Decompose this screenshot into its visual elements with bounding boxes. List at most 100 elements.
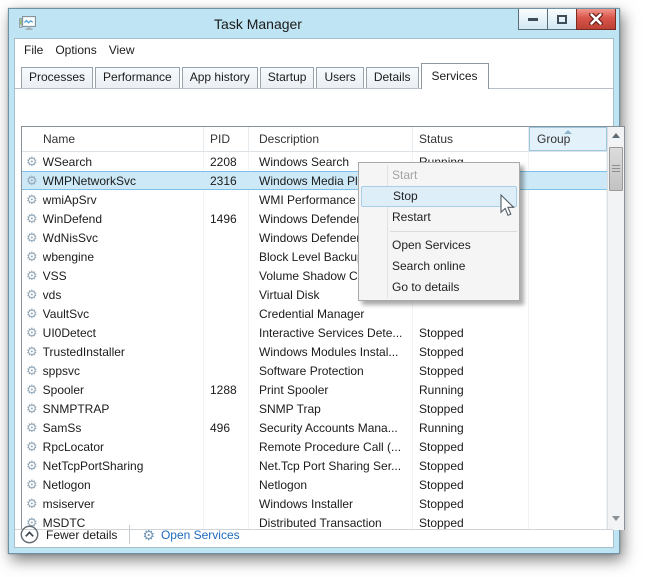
table-row[interactable]: ⚙ SamSs 496 Security Accounts Mana... Runnin…: [22, 418, 607, 437]
table-row[interactable]: ⚙ Netlogon Netlogon Stopped: [22, 475, 607, 494]
name-cell: ⚙ VaultSvc: [22, 304, 204, 323]
tab-performance[interactable]: Performance: [95, 67, 180, 88]
name-cell: ⚙ SNMPTRAP: [22, 399, 204, 418]
column-header-name[interactable]: Name: [22, 127, 204, 151]
pid-cell: 2208: [204, 152, 249, 171]
description-cell: Security Accounts Mana...: [249, 418, 413, 437]
context-menu-item-go-to-details[interactable]: Go to details: [359, 277, 519, 298]
tab-details[interactable]: Details: [365, 67, 419, 88]
table-row[interactable]: ⚙ VaultSvc Credential Manager: [22, 304, 607, 323]
tab-services[interactable]: Services: [420, 63, 489, 89]
service-gear-icon: ⚙: [26, 268, 38, 283]
context-menu-item-stop[interactable]: Stop: [361, 186, 517, 207]
service-gear-icon: ⚙: [26, 192, 38, 207]
tab-processes[interactable]: Processes: [21, 67, 94, 88]
name-cell: ⚙ wbengine: [22, 247, 204, 266]
table-row[interactable]: ⚙ SNMPTRAP SNMP Trap Stopped: [22, 399, 607, 418]
description-cell: Windows Modules Instal...: [249, 342, 413, 361]
service-name: WSearch: [42, 154, 93, 169]
column-header-status[interactable]: Status: [413, 127, 529, 151]
pid-cell: [204, 323, 249, 342]
table-row[interactable]: ⚙ msiserver Windows Installer Stopped: [22, 494, 607, 513]
menu-separator: [390, 231, 517, 232]
column-header-label: PID: [210, 132, 231, 146]
service-name: TrustedInstaller: [42, 344, 125, 359]
sort-ascending-icon: [564, 130, 572, 134]
tab-users[interactable]: Users: [316, 67, 364, 88]
service-name: SNMPTRAP: [42, 401, 110, 416]
title-bar[interactable]: Task Manager: [9, 9, 619, 38]
group-cell: [529, 172, 607, 189]
pid-cell: [204, 266, 249, 285]
tab-startup[interactable]: Startup: [259, 67, 315, 88]
close-button[interactable]: [576, 9, 616, 30]
context-menu-item-restart[interactable]: Restart: [359, 207, 519, 228]
column-header-label: Group: [537, 132, 571, 146]
maximize-icon: [557, 14, 567, 24]
group-cell: [529, 456, 607, 475]
pid-cell: [204, 342, 249, 361]
thumb-grip-icon: [612, 165, 620, 173]
column-header-description[interactable]: Description: [249, 127, 413, 151]
name-cell: ⚙ wmiApSrv: [22, 190, 204, 209]
name-cell: ⚙ msiserver: [22, 494, 204, 513]
table-row[interactable]: ⚙ RpcLocator Remote Procedure Call (... Sto…: [22, 437, 607, 456]
service-name: Spooler: [42, 382, 85, 397]
pid-cell: [204, 190, 249, 209]
table-row[interactable]: ⚙ UI0Detect Interactive Services Dete... St…: [22, 323, 607, 342]
status-cell: Stopped: [413, 342, 529, 361]
arrow-down-icon: [612, 516, 620, 521]
description-cell: Credential Manager: [249, 304, 413, 323]
name-cell: ⚙ SamSs: [22, 418, 204, 437]
group-cell: [529, 513, 607, 530]
group-cell: [529, 380, 607, 399]
maximize-button[interactable]: [547, 9, 577, 30]
service-gear-icon: ⚙: [26, 477, 38, 492]
pid-cell: 496: [204, 418, 249, 437]
table-row[interactable]: ⚙ sppsvc Software Protection Stopped: [22, 361, 607, 380]
table-row[interactable]: ⚙ TrustedInstaller Windows Modules Instal.…: [22, 342, 607, 361]
table-row[interactable]: ⚙ Spooler 1288 Print Spooler Running: [22, 380, 607, 399]
column-header-group[interactable]: Group: [529, 127, 607, 151]
group-cell: [529, 418, 607, 437]
group-cell: [529, 494, 607, 513]
column-header-pid[interactable]: PID: [204, 127, 249, 151]
service-gear-icon: ⚙: [26, 458, 38, 473]
service-gear-icon: ⚙: [26, 249, 38, 264]
service-name: WMPNetworkSvc: [42, 173, 136, 188]
group-cell: [529, 209, 607, 228]
status-cell: Stopped: [413, 399, 529, 418]
context-menu-item-search-online[interactable]: Search online: [359, 256, 519, 277]
tab-app-history[interactable]: App history: [181, 67, 258, 88]
minimize-button[interactable]: [518, 9, 548, 30]
scrollbar-thumb[interactable]: [609, 147, 623, 191]
table-row[interactable]: ⚙ NetTcpPortSharing Net.Tcp Port Sharing S…: [22, 456, 607, 475]
pid-cell: [204, 475, 249, 494]
task-manager-window: Task Manager File Options View Processes Pe…: [8, 8, 625, 554]
scroll-down-button[interactable]: [608, 510, 624, 527]
pid-cell: 1496: [204, 209, 249, 228]
menu-options[interactable]: Options: [49, 42, 102, 61]
vertical-scrollbar[interactable]: [607, 127, 624, 530]
service-gear-icon: ⚙: [26, 173, 38, 188]
name-cell: ⚙ sppsvc: [22, 361, 204, 380]
menu-file[interactable]: File: [18, 42, 49, 61]
description-cell: Print Spooler: [249, 380, 413, 399]
fewer-details-button[interactable]: Fewer details: [20, 525, 117, 544]
name-cell: ⚙ WMPNetworkSvc: [22, 172, 204, 189]
client-area: File Options View Processes Performance App …: [14, 38, 625, 548]
minimize-icon: [528, 17, 538, 21]
mouse-cursor: [500, 194, 515, 217]
scroll-up-button[interactable]: [608, 127, 624, 144]
service-gear-icon: ⚙: [26, 211, 38, 226]
divider: [129, 525, 131, 544]
group-cell: [529, 247, 607, 266]
service-gear-icon: ⚙: [26, 382, 38, 397]
group-cell: [529, 266, 607, 285]
open-services-label: Open Services: [160, 527, 240, 542]
open-services-link[interactable]: ⚙ Open Services: [142, 528, 239, 542]
description-cell: Interactive Services Dete...: [249, 323, 413, 342]
pid-cell: [204, 228, 249, 247]
context-menu-item-open-services[interactable]: Open Services: [359, 235, 519, 256]
menu-view[interactable]: View: [103, 42, 141, 61]
